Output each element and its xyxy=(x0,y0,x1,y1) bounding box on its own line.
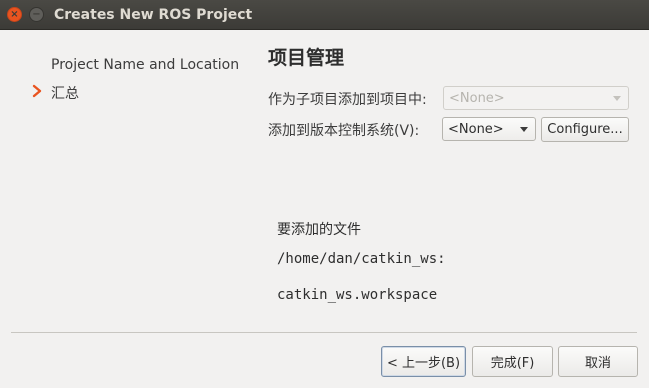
title-bar: × − Creates New ROS Project xyxy=(0,0,649,30)
sidebar-step-project-name: Project Name and Location xyxy=(51,57,240,73)
files-path: /home/dan/catkin_ws: xyxy=(277,251,446,267)
page-title: 项目管理 xyxy=(268,47,345,69)
add-as-subproject-label: 作为子项目添加到项目中: xyxy=(268,92,427,108)
version-control-select[interactable]: <None> xyxy=(442,117,536,141)
footer-divider xyxy=(11,332,637,333)
version-control-label: 添加到版本控制系统(V): xyxy=(268,123,420,139)
version-control-value: <None> xyxy=(448,121,504,137)
chevron-down-icon xyxy=(520,127,528,132)
back-button[interactable]: < 上一步(B) xyxy=(381,346,466,377)
chevron-right-icon xyxy=(32,84,42,98)
sidebar-step-summary: 汇总 xyxy=(51,86,79,102)
finish-button[interactable]: 完成(F) xyxy=(472,346,553,377)
add-as-subproject-select: <None> xyxy=(443,86,629,110)
minimize-icon[interactable]: − xyxy=(29,7,44,22)
file-name: catkin_ws.workspace xyxy=(277,287,438,303)
configure-button[interactable]: Configure... xyxy=(541,117,629,142)
add-as-subproject-value: <None> xyxy=(449,90,505,106)
new-ros-project-dialog: × − Creates New ROS Project Project Name… xyxy=(0,0,649,388)
close-icon[interactable]: × xyxy=(7,7,22,22)
chevron-down-icon xyxy=(613,96,621,101)
cancel-button[interactable]: 取消 xyxy=(558,346,638,377)
window-title: Creates New ROS Project xyxy=(54,7,253,23)
files-to-add-title: 要添加的文件 xyxy=(277,222,361,238)
